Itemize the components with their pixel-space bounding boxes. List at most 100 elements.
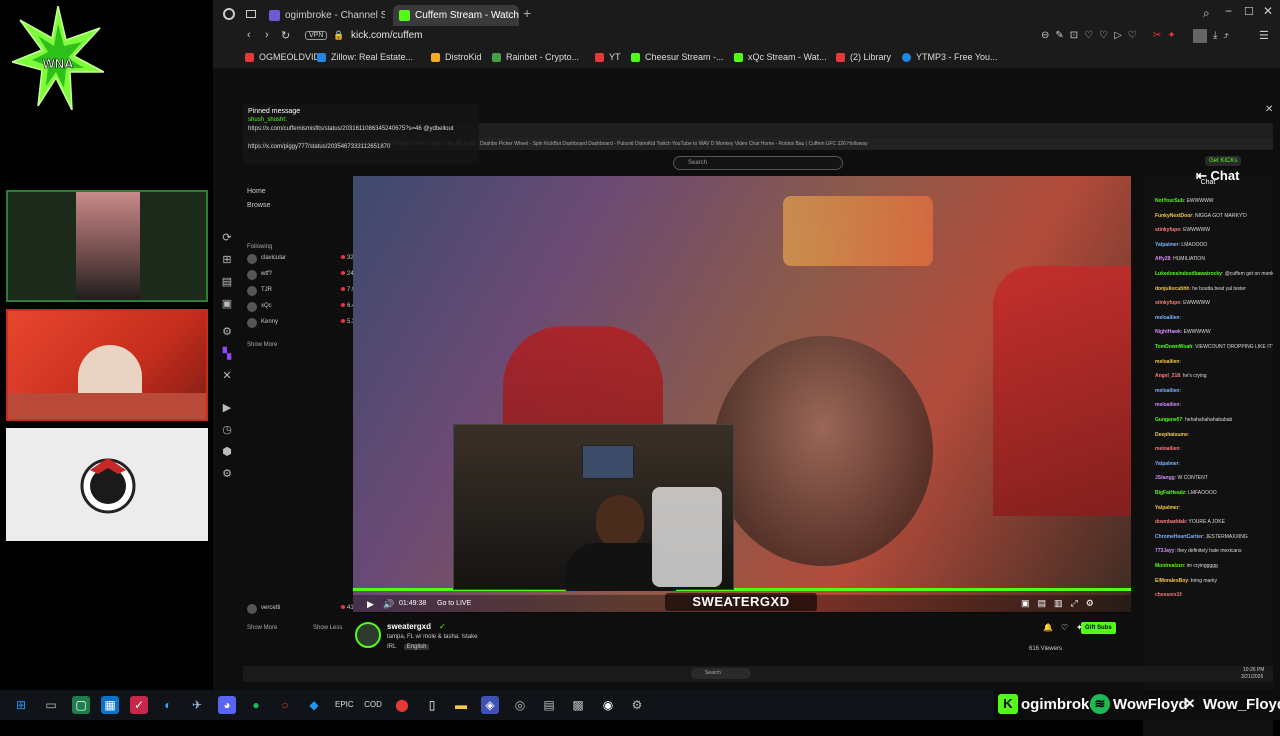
chat-username[interactable]: meloaliien: [1155, 402, 1179, 408]
opera-icon[interactable]: ○: [276, 696, 294, 714]
bookmark-cheesur[interactable]: Cheesur Stream -...: [631, 52, 724, 62]
chat-username[interactable]: chessorz1f: [1155, 592, 1181, 598]
chat-username[interactable]: donjuliocubhh: [1155, 286, 1189, 292]
download-icon[interactable]: ⤓⤴: [1213, 30, 1235, 41]
chat-username[interactable]: Yalpalmer: [1155, 505, 1179, 511]
app-icon[interactable]: ✓: [130, 696, 148, 714]
folder-icon[interactable]: ▬: [452, 696, 470, 714]
following-icon[interactable]: ⟳: [221, 232, 233, 244]
chat-username[interactable]: 773Jayy: [1155, 548, 1174, 554]
settings-icon[interactable]: ⚙: [628, 696, 646, 714]
sidebar-channel[interactable]: clavicular: [261, 255, 286, 261]
bookmark-xqc[interactable]: xQc Stream - Wat...: [734, 52, 827, 62]
app-icon[interactable]: ▢: [72, 696, 90, 714]
bookmark-rainbet[interactable]: Rainbet - Crypto...: [492, 52, 579, 62]
close-chat-icon[interactable]: ✕: [1265, 104, 1273, 115]
file-icon[interactable]: ▯: [423, 696, 441, 714]
sidebar-channel[interactable]: TJR: [261, 287, 272, 293]
sidebar-item-browse[interactable]: Browse: [247, 202, 270, 209]
back-icon[interactable]: ‹: [247, 29, 251, 41]
gear-icon[interactable]: ⚙: [221, 468, 233, 480]
history-icon[interactable]: ◷: [221, 424, 233, 436]
gift-subs-button[interactable]: Gift Subs: [1081, 622, 1116, 634]
sidebar-channel[interactable]: vercetti: [261, 605, 280, 611]
bookmark-zillow[interactable]: Zillow: Real Estate...: [317, 52, 413, 62]
tab-ogimbroke[interactable]: ogimbroke - Channel Stre: [263, 5, 385, 27]
hamburger-menu-icon[interactable]: ☰: [1259, 29, 1269, 42]
taskbar-search[interactable]: Search: [691, 668, 751, 679]
bookmark-distrokid[interactable]: DistroKid: [431, 52, 482, 62]
avatar[interactable]: [1193, 29, 1207, 43]
toolbar-icons[interactable]: ⊖✎⊡♡♡▷♡: [1041, 30, 1143, 41]
chat-username[interactable]: meloaliien: [1155, 315, 1179, 321]
minimize-icon[interactable]: −: [1225, 4, 1232, 18]
bookmark-ytmp3[interactable]: YTMP3 - Free You...: [902, 52, 998, 62]
app-icon[interactable]: ◈: [481, 696, 499, 714]
kick-search-input[interactable]: Search: [673, 156, 843, 170]
tab-cuffem[interactable]: Cuffem Stream - Watch Li: [393, 5, 519, 27]
chat-username[interactable]: JStangg: [1155, 475, 1175, 481]
chat-username[interactable]: meloaliien: [1155, 359, 1179, 365]
get-kicks-button[interactable]: Get KICKs: [1205, 156, 1242, 166]
app-icon[interactable]: ▩: [569, 696, 587, 714]
chat-username[interactable]: stinkyfupo: [1155, 300, 1180, 306]
play-icon[interactable]: ▶: [221, 402, 233, 414]
bookmark-ogmeoldvids[interactable]: OGMEOLDVIDS: [245, 52, 326, 62]
settings-icon[interactable]: ⚙: [221, 326, 233, 338]
chat-toggle[interactable]: ⇤ Chat: [1196, 168, 1239, 184]
extension-icons[interactable]: ✂✦: [1153, 30, 1182, 41]
chat-username[interactable]: BigFatHeadz: [1155, 490, 1185, 496]
chat-username[interactable]: TomDownWoah: [1155, 344, 1192, 350]
category-tag[interactable]: IRL: [387, 644, 396, 650]
chat-username[interactable]: meloaliien: [1155, 388, 1179, 394]
forward-icon[interactable]: ›: [265, 29, 269, 41]
reload-icon[interactable]: ↻: [281, 29, 290, 42]
channel-name[interactable]: sweatergxd: [387, 622, 431, 631]
spotify-icon[interactable]: ●: [247, 696, 265, 714]
chat-username[interactable]: Affy28: [1155, 256, 1170, 262]
chat-username[interactable]: Gungane07: [1155, 417, 1182, 423]
play-icon[interactable]: ▶: [367, 599, 374, 610]
show-more-link[interactable]: Show More: [247, 342, 277, 348]
chat-username[interactable]: Montrealzzn: [1155, 563, 1184, 569]
sidebar-item-home[interactable]: Home: [247, 188, 266, 195]
sidebar-channel[interactable]: Kenny: [261, 319, 278, 325]
media-player-icon[interactable]: ◉: [599, 696, 617, 714]
opera-menu-icon[interactable]: [223, 8, 235, 20]
chat-username[interactable]: Yalpalmer: [1155, 461, 1179, 467]
chat-username[interactable]: downbaddab: [1155, 519, 1186, 525]
bookmark-library[interactable]: (2) Library: [836, 52, 891, 62]
go-to-live-button[interactable]: Go to LIVE: [437, 600, 471, 607]
maximize-icon[interactable]: ☐: [1244, 5, 1254, 18]
vpn-badge[interactable]: VPN: [305, 31, 328, 40]
close-icon[interactable]: ✕: [1263, 4, 1273, 18]
tab-menu-icon[interactable]: [246, 10, 256, 18]
app-icon[interactable]: ⬤: [393, 696, 411, 714]
chat-username[interactable]: ChromeHeartCartier: [1155, 534, 1203, 540]
chat-username[interactable]: stinkyfupo: [1155, 227, 1180, 233]
start-icon[interactable]: ⊞: [12, 696, 30, 714]
x-icon[interactable]: ✕: [221, 370, 233, 382]
chat-username[interactable]: Yalpalmer: [1155, 242, 1179, 248]
notepad-icon[interactable]: ▤: [540, 696, 558, 714]
pinned-link-2[interactable]: https://x.com/piggy777/status/2035467333…: [248, 143, 474, 152]
edge-icon[interactable]: ◐: [159, 696, 177, 714]
player-settings-icons[interactable]: ▣▤▥⤢⚙: [1021, 598, 1102, 609]
volume-icon[interactable]: 🔊: [383, 599, 394, 610]
pinned-link[interactable]: https://x.com/cuffemismisfits/status/203…: [248, 125, 474, 134]
browse-icon[interactable]: ⊞: [221, 254, 233, 266]
language-tag[interactable]: English: [403, 644, 430, 650]
search-tabs-icon[interactable]: ⌕: [1203, 6, 1210, 21]
show-less-link[interactable]: Show Less: [313, 625, 342, 631]
chat-username[interactable]: Angel_218: [1155, 373, 1180, 379]
chat-username[interactable]: Deephatsume: [1155, 432, 1188, 438]
lock-icon[interactable]: 🔒: [333, 30, 344, 41]
bookmark-yt[interactable]: YT: [595, 52, 621, 62]
twitch-icon[interactable]: ▚: [221, 348, 233, 360]
task-view-icon[interactable]: ▭: [42, 696, 60, 714]
chat-username[interactable]: NightHawk: [1155, 329, 1181, 335]
sidebar-channel[interactable]: wtf?: [261, 271, 272, 277]
cod-icon[interactable]: COD: [364, 696, 382, 714]
store-icon[interactable]: ▦: [101, 696, 119, 714]
chat-username[interactable]: NotYourSub: [1155, 198, 1184, 204]
